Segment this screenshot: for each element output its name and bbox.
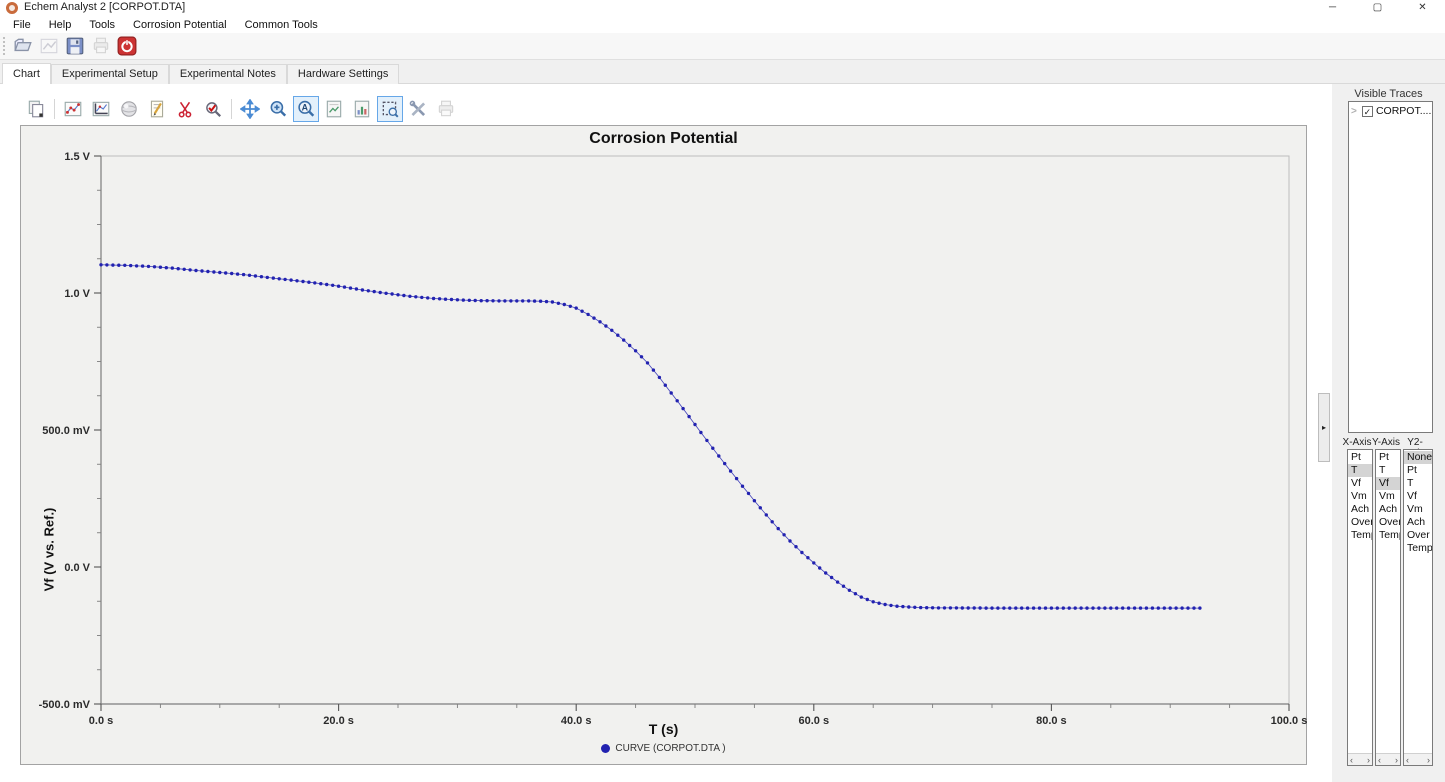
menu-file[interactable]: File [4, 17, 40, 33]
rotate-3d-icon[interactable] [116, 96, 142, 122]
splitter-arrow-icon: ▸ [1322, 423, 1326, 432]
axis-option[interactable]: Temp [1404, 542, 1432, 555]
zoom-in-icon[interactable] [265, 96, 291, 122]
axis-option[interactable]: Vm [1376, 490, 1400, 503]
axis-option[interactable]: Vm [1404, 503, 1432, 516]
axis-option[interactable]: Pt [1376, 451, 1400, 464]
zoom-box-icon[interactable] [377, 96, 403, 122]
x-axis-column-label: X-Axis [1341, 437, 1373, 448]
scroll-right-icon[interactable]: › [1395, 755, 1398, 765]
exit-icon[interactable] [114, 34, 140, 58]
svg-text:500.0 mV: 500.0 mV [42, 425, 90, 437]
trace-label: CORPOT.... [1376, 105, 1431, 117]
menu-tools[interactable]: Tools [80, 17, 124, 33]
axes-settings-icon[interactable] [88, 96, 114, 122]
window-title: Echem Analyst 2 [CORPOT.DTA] [24, 1, 185, 13]
chart-template-icon[interactable] [349, 96, 375, 122]
annotation-icon[interactable] [144, 96, 170, 122]
axis-option[interactable]: Pt [1348, 451, 1372, 464]
chart-plot-area[interactable]: 0.0 s20.0 s40.0 s60.0 s80.0 s100.0 s1.5 … [21, 126, 1308, 766]
trace-row[interactable]: > ✓ CORPOT.... [1349, 102, 1432, 117]
visible-traces-tree[interactable]: > ✓ CORPOT.... [1348, 101, 1433, 433]
list-hscrollbar[interactable]: ‹› [1348, 753, 1372, 765]
y-axis-title: Vf (V vs. Ref.) [42, 495, 57, 605]
save-icon[interactable] [62, 34, 88, 58]
copy-to-clipboard-icon[interactable] [23, 96, 49, 122]
quick-plot-icon[interactable] [36, 34, 62, 58]
list-hscrollbar[interactable]: ‹› [1376, 753, 1400, 765]
axis-option[interactable]: Ach [1376, 503, 1400, 516]
axis-option[interactable]: Temp [1348, 529, 1372, 542]
tab-hardware-settings[interactable]: Hardware Settings [287, 64, 400, 84]
sidebar-splitter[interactable]: ▸ [1318, 393, 1330, 462]
autoscale-icon[interactable]: A [293, 96, 319, 122]
close-button[interactable]: ✕ [1400, 0, 1445, 17]
legend-marker-icon [601, 744, 610, 753]
print-icon[interactable] [88, 34, 114, 58]
axis-option[interactable]: Vf [1404, 490, 1432, 503]
svg-text:A: A [302, 103, 309, 113]
axis-list-y[interactable]: PtTVfVmAchOverTemp ‹› [1375, 449, 1401, 766]
tab-experimental-setup[interactable]: Experimental Setup [51, 64, 169, 84]
axis-option[interactable]: None [1404, 451, 1432, 464]
tab-experimental-notes[interactable]: Experimental Notes [169, 64, 287, 84]
axis-option[interactable]: Ach [1404, 516, 1432, 529]
app-logo-icon [6, 2, 18, 14]
trace-checkbox[interactable]: ✓ [1362, 106, 1373, 117]
tab-chart[interactable]: Chart [2, 63, 51, 84]
tree-expander-icon[interactable]: > [1351, 106, 1359, 117]
menu-corrosion-potential[interactable]: Corrosion Potential [124, 17, 236, 33]
right-sidebar: Visible Traces > ✓ CORPOT.... X-Axis Y-A… [1332, 84, 1445, 782]
main-toolbar [0, 33, 1445, 60]
chart-toolbar: A [22, 95, 460, 123]
toolbar-grip[interactable] [3, 37, 6, 55]
svg-text:0.0 V: 0.0 V [64, 562, 90, 574]
axis-option[interactable]: Over [1376, 516, 1400, 529]
curve-settings-icon[interactable] [60, 96, 86, 122]
axis-option[interactable]: T [1348, 464, 1372, 477]
chart-legend: CURVE (CORPOT.DTA ) [21, 743, 1306, 754]
tab-strip: Chart Experimental Setup Experimental No… [2, 64, 399, 84]
scroll-left-icon[interactable]: ‹ [1378, 755, 1381, 765]
axis-list-x[interactable]: PtTVfVmAchOverTemp ‹› [1347, 449, 1373, 766]
tools-icon[interactable] [405, 96, 431, 122]
axis-option[interactable]: Temp [1376, 529, 1400, 542]
menu-help[interactable]: Help [40, 17, 81, 33]
x-axis-title: T (s) [21, 721, 1306, 737]
scroll-left-icon[interactable]: ‹ [1350, 755, 1353, 765]
maximize-button[interactable]: ▢ [1355, 0, 1400, 17]
svg-text:-500.0 mV: -500.0 mV [39, 699, 91, 711]
legend-label: CURVE (CORPOT.DTA ) [615, 743, 725, 754]
scroll-right-icon[interactable]: › [1367, 755, 1370, 765]
axis-option[interactable]: Vm [1348, 490, 1372, 503]
menu-bar: File Help Tools Corrosion Potential Comm… [0, 17, 1445, 33]
print-chart-icon[interactable] [433, 96, 459, 122]
visible-traces-label: Visible Traces [1332, 88, 1445, 100]
open-file-icon[interactable] [10, 34, 36, 58]
pan-icon[interactable] [237, 96, 263, 122]
axis-option[interactable]: Vf [1376, 477, 1400, 490]
axis-option[interactable]: Pt [1404, 464, 1432, 477]
axis-option[interactable]: T [1404, 477, 1432, 490]
menu-common-tools[interactable]: Common Tools [236, 17, 327, 33]
select-region-icon[interactable] [200, 96, 226, 122]
y-axis-column-label: Y-Axis [1370, 437, 1402, 448]
axis-list-y2[interactable]: NonePtTVfVmAchOverTemp ‹› [1403, 449, 1433, 766]
axis-option[interactable]: Over [1348, 516, 1372, 529]
title-bar: Echem Analyst 2 [CORPOT.DTA] ─ ▢ ✕ [0, 0, 1445, 17]
chart-snapshot-icon[interactable] [321, 96, 347, 122]
svg-text:1.0 V: 1.0 V [64, 288, 90, 300]
list-hscrollbar[interactable]: ‹› [1404, 753, 1432, 765]
axis-option[interactable]: Over [1404, 529, 1432, 542]
svg-text:1.5 V: 1.5 V [64, 151, 90, 163]
scroll-right-icon[interactable]: › [1427, 755, 1430, 765]
axis-option[interactable]: Ach [1348, 503, 1372, 516]
chart-panel: Corrosion Potential 0.0 s20.0 s40.0 s60.… [20, 125, 1307, 765]
scroll-left-icon[interactable]: ‹ [1406, 755, 1409, 765]
axis-option[interactable]: T [1376, 464, 1400, 477]
axis-option[interactable]: Vf [1348, 477, 1372, 490]
minimize-button[interactable]: ─ [1310, 0, 1355, 17]
cut-icon[interactable] [172, 96, 198, 122]
